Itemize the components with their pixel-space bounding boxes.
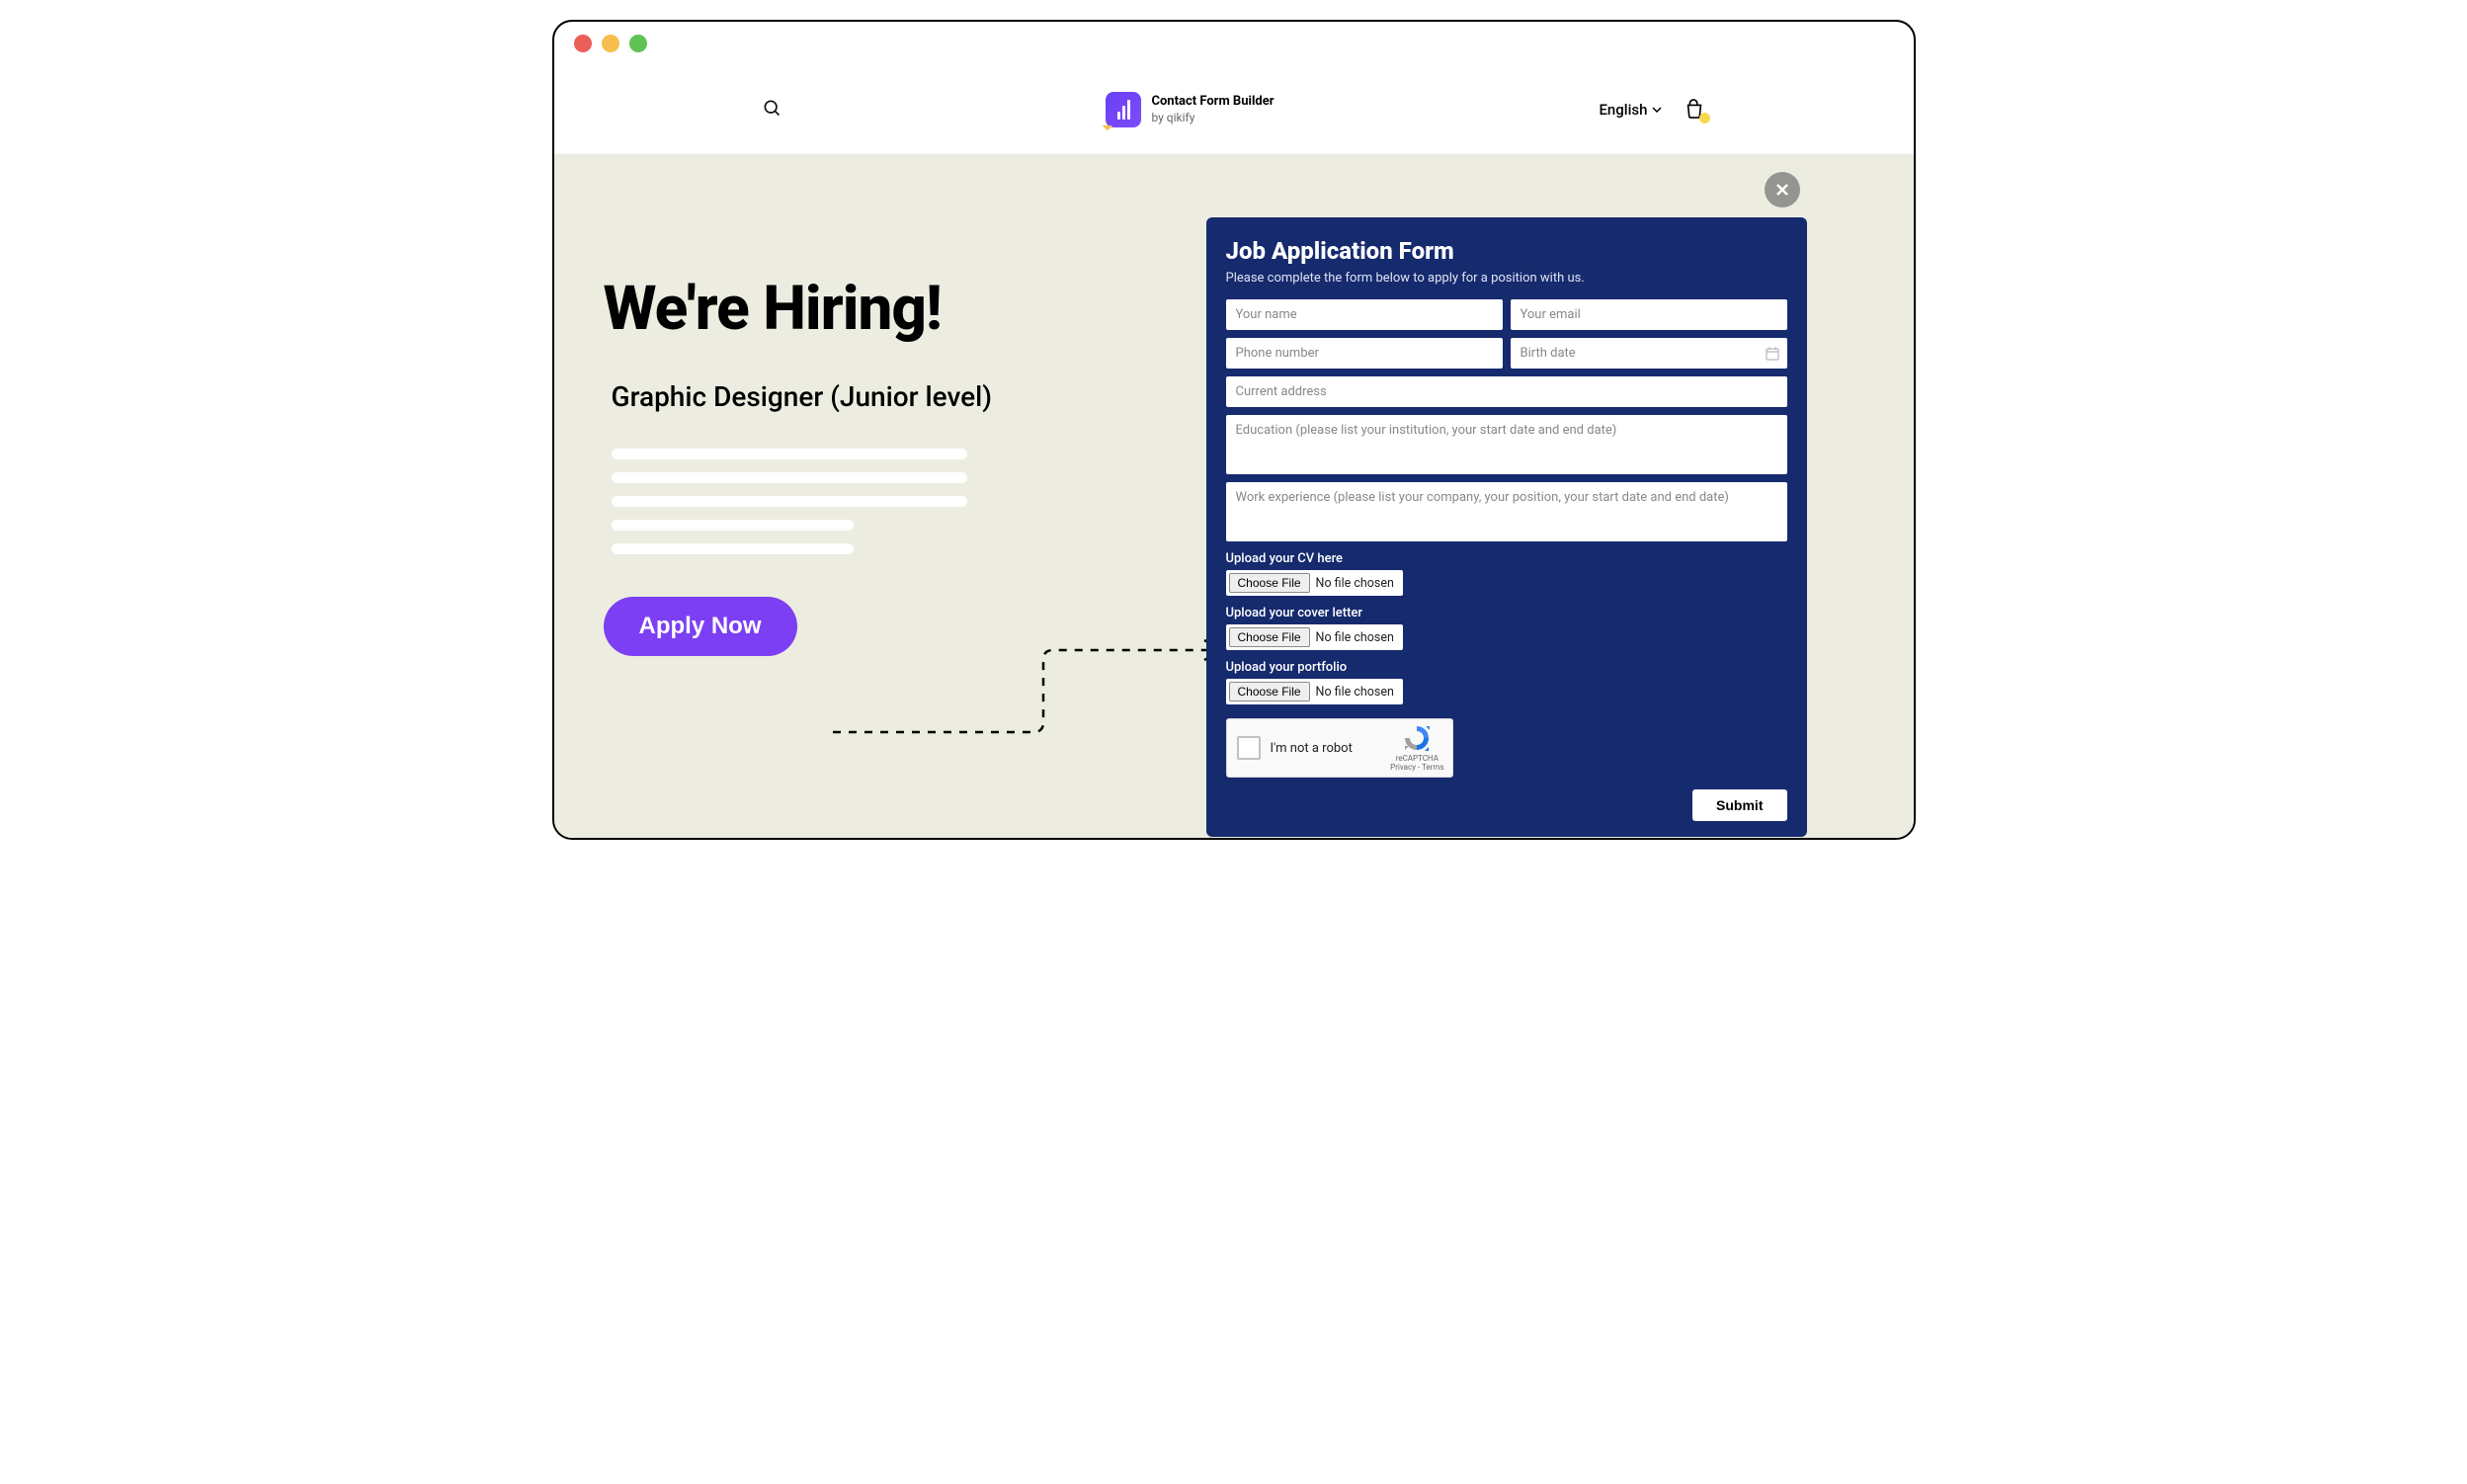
recaptcha-widget[interactable]: I'm not a robot reCAPTCHA Privacy xyxy=(1226,718,1453,778)
placeholder-line xyxy=(612,543,854,554)
upload-cover-label: Upload your cover letter xyxy=(1226,606,1787,620)
language-label: English xyxy=(1599,101,1647,119)
maximize-window-icon[interactable] xyxy=(629,35,647,52)
cart-icon[interactable] xyxy=(1684,99,1705,121)
window-titlebar xyxy=(554,22,1914,65)
brand-subtitle: by qikify xyxy=(1151,111,1274,124)
brand-logo-block[interactable]: Contact Form Builder by qikify xyxy=(1106,92,1274,127)
placeholder-line xyxy=(612,449,967,459)
choose-file-portfolio-button[interactable]: Choose File xyxy=(1229,682,1310,701)
chevron-down-icon xyxy=(1652,105,1662,115)
close-icon[interactable] xyxy=(1765,172,1800,207)
recaptcha-legal-text: Privacy - Terms xyxy=(1390,764,1443,773)
browser-window: Contact Form Builder by qikify English W… xyxy=(552,20,1916,840)
search-icon[interactable] xyxy=(762,98,781,122)
page-content: We're Hiring! Graphic Designer (Junior l… xyxy=(554,154,1914,838)
brand-title: Contact Form Builder xyxy=(1151,94,1274,109)
upload-cover-block: Upload your cover letter Choose File No … xyxy=(1226,606,1787,650)
minimize-window-icon[interactable] xyxy=(602,35,619,52)
name-input[interactable] xyxy=(1226,299,1503,330)
placeholder-line xyxy=(612,472,967,483)
cv-file-status: No file chosen xyxy=(1316,576,1400,591)
site-header: Contact Form Builder by qikify English xyxy=(554,65,1914,154)
upload-cv-label: Upload your CV here xyxy=(1226,551,1787,566)
apply-now-button[interactable]: Apply Now xyxy=(604,597,797,656)
upload-portfolio-block: Upload your portfolio Choose File No fil… xyxy=(1226,660,1787,704)
upload-portfolio-label: Upload your portfolio xyxy=(1226,660,1787,675)
birthdate-input[interactable] xyxy=(1511,338,1787,369)
close-window-icon[interactable] xyxy=(574,35,592,52)
language-selector[interactable]: English xyxy=(1599,101,1662,119)
upload-cv-block: Upload your CV here Choose File No file … xyxy=(1226,551,1787,596)
recaptcha-checkbox[interactable] xyxy=(1237,736,1261,760)
address-input[interactable] xyxy=(1226,376,1787,407)
choose-file-cv-button[interactable]: Choose File xyxy=(1229,573,1310,593)
recaptcha-branding: reCAPTCHA Privacy - Terms xyxy=(1390,723,1443,773)
portfolio-file-status: No file chosen xyxy=(1316,685,1400,700)
placeholder-line xyxy=(612,520,854,531)
form-title: Job Application Form xyxy=(1226,237,1787,265)
header-right-controls: English xyxy=(1599,99,1705,121)
recaptcha-label: I'm not a robot xyxy=(1271,741,1381,756)
choose-file-cover-button[interactable]: Choose File xyxy=(1229,627,1310,647)
phone-input[interactable] xyxy=(1226,338,1503,369)
submit-button[interactable]: Submit xyxy=(1692,789,1786,821)
work-experience-input[interactable] xyxy=(1226,482,1787,541)
form-description: Please complete the form below to apply … xyxy=(1226,271,1787,286)
email-input[interactable] xyxy=(1511,299,1787,330)
calendar-icon xyxy=(1766,347,1779,361)
cart-badge xyxy=(1699,113,1710,124)
placeholder-line xyxy=(612,496,967,507)
recaptcha-logo-icon xyxy=(1402,723,1432,753)
cover-file-status: No file chosen xyxy=(1316,630,1400,645)
brand-logo-icon xyxy=(1106,92,1141,127)
job-application-form: Job Application Form Please complete the… xyxy=(1206,217,1807,837)
education-input[interactable] xyxy=(1226,415,1787,474)
